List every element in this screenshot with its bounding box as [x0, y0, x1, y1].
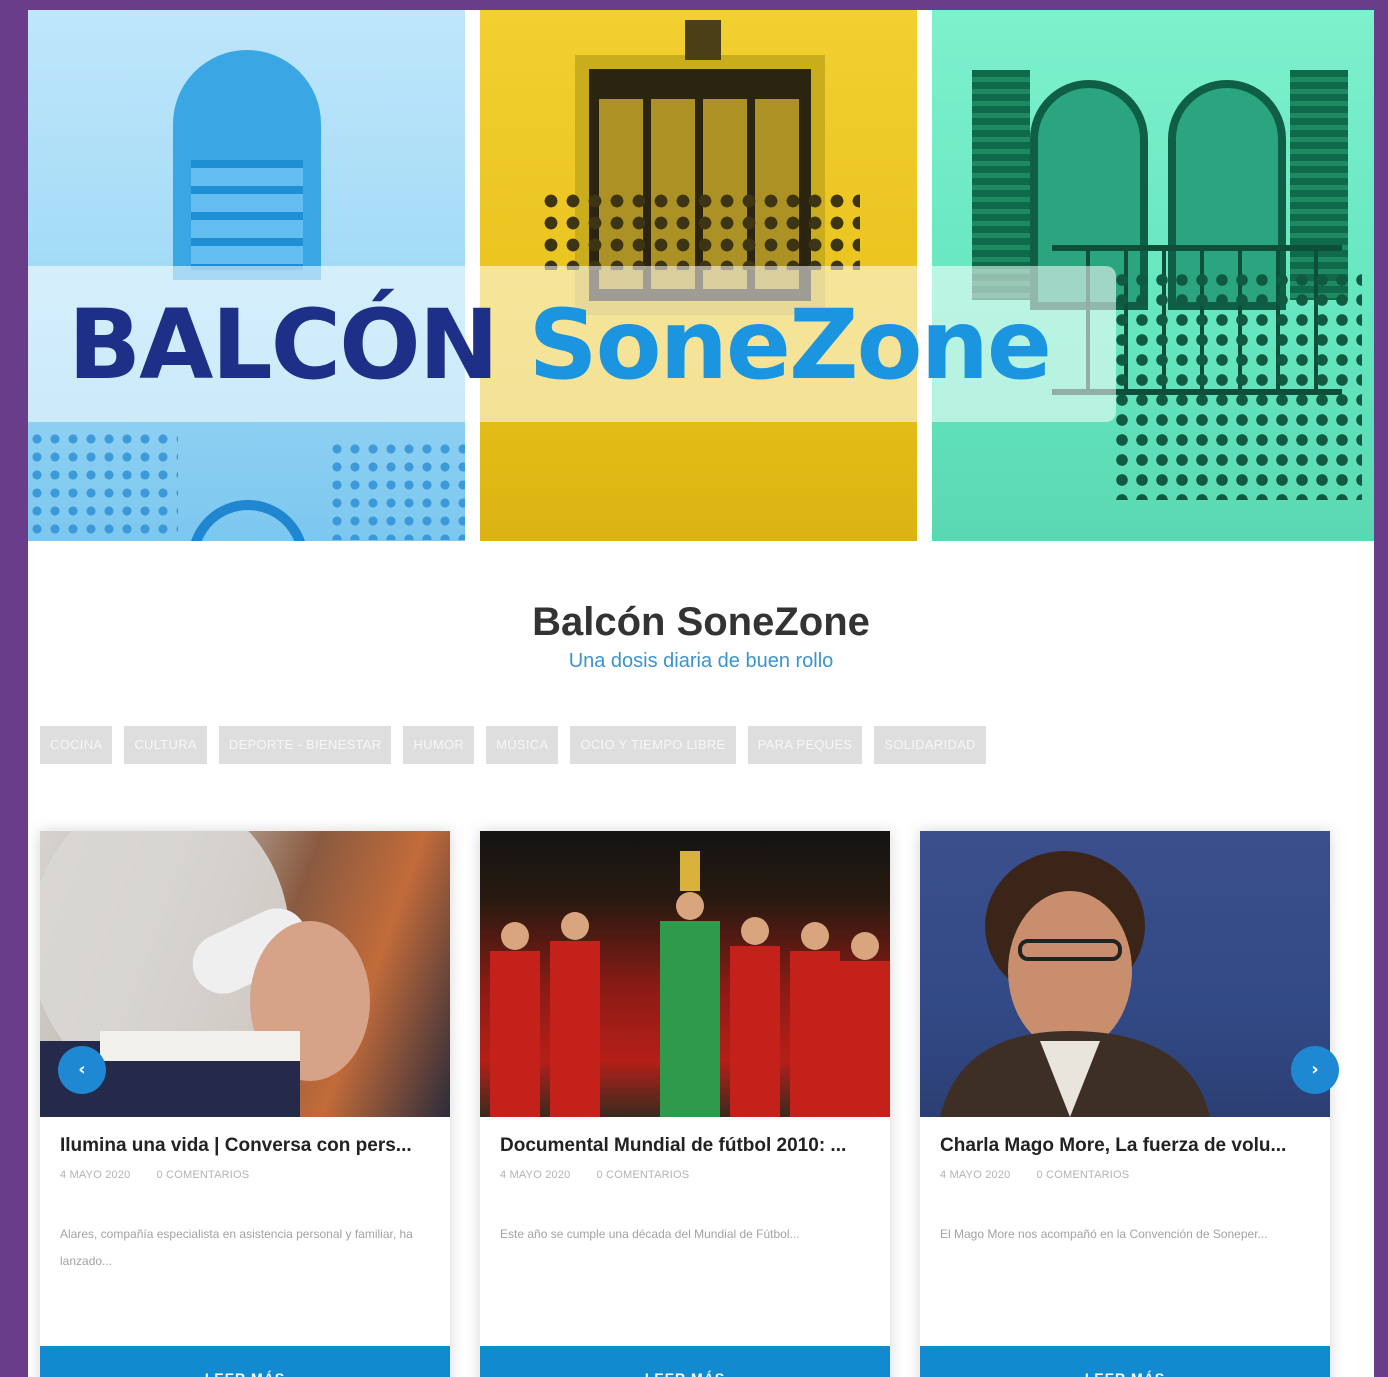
- post-date: 4 MAYO 2020: [60, 1169, 131, 1181]
- category-cocina[interactable]: COCINA: [40, 726, 113, 764]
- carousel-next-button[interactable]: ›: [1291, 1046, 1339, 1094]
- page: BALCÓN SoneZone Balcón SoneZone Una dosi…: [28, 10, 1374, 1377]
- category-solidaridad[interactable]: SOLIDARIDAD: [874, 726, 986, 764]
- read-more-button[interactable]: LEER MÁS: [480, 1346, 890, 1377]
- chevron-left-icon: ‹: [78, 1059, 86, 1080]
- site-logo[interactable]: BALCÓN SoneZone: [68, 289, 1052, 401]
- header-banner: BALCÓN SoneZone: [28, 10, 1374, 541]
- category-cultura[interactable]: CULTURA: [124, 726, 207, 764]
- post-title[interactable]: Ilumina una vida | Conversa con pers...: [60, 1135, 430, 1157]
- post-carousel: Ilumina una vida | Conversa con pers... …: [28, 790, 1374, 1377]
- post-comments-count[interactable]: 0 COMENTARIOS: [156, 1169, 249, 1181]
- site-tagline: Una dosis diaria de buen rollo: [568, 650, 834, 672]
- category-deporte-bienestar[interactable]: DEPORTE - BIENESTAR: [218, 726, 392, 764]
- post-card: Documental Mundial de fútbol 2010: ... 4…: [480, 831, 890, 1377]
- arched-window-shape: [173, 50, 321, 280]
- post-excerpt: Alares, compañía especialista en asisten…: [60, 1227, 413, 1268]
- category-musica[interactable]: MÚSICA: [486, 726, 559, 764]
- category-nav: COCINA CULTURA DEPORTE - BIENESTAR HUMOR…: [40, 726, 986, 764]
- logo-word-sonezone: SoneZone: [528, 289, 1052, 401]
- post-comments-count[interactable]: 0 COMENTARIOS: [596, 1169, 689, 1181]
- post-title[interactable]: Documental Mundial de fútbol 2010: ...: [500, 1135, 870, 1157]
- logo-word-balcon: BALCÓN: [68, 289, 499, 401]
- carousel-prev-button[interactable]: ‹: [58, 1046, 106, 1094]
- post-card: Ilumina una vida | Conversa con pers... …: [40, 831, 450, 1377]
- post-excerpt: Este año se cumple una década del Mundia…: [500, 1227, 800, 1241]
- read-more-button[interactable]: LEER MÁS: [920, 1346, 1330, 1377]
- post-comments-count[interactable]: 0 COMENTARIOS: [1036, 1169, 1129, 1181]
- chevron-right-icon: ›: [1311, 1059, 1319, 1080]
- site-title[interactable]: Balcón SoneZone: [28, 600, 1374, 645]
- read-more-button[interactable]: LEER MÁS: [40, 1346, 450, 1377]
- post-date: 4 MAYO 2020: [940, 1169, 1011, 1181]
- post-excerpt: El Mago More nos acompañó en la Convenci…: [940, 1227, 1268, 1241]
- post-date: 4 MAYO 2020: [500, 1169, 571, 1181]
- category-ocio-tiempo-libre[interactable]: OCIO Y TIEMPO LIBRE: [570, 726, 736, 764]
- category-para-peques[interactable]: PARA PEQUES: [747, 726, 863, 764]
- post-meta: 4 MAYO 2020 0 COMENTARIOS: [60, 1169, 430, 1181]
- post-card: Charla Mago More, La fuerza de volu... 4…: [920, 831, 1330, 1377]
- post-image-mago-more-portrait[interactable]: [920, 831, 1330, 1117]
- category-humor[interactable]: HUMOR: [403, 726, 475, 764]
- post-meta: 4 MAYO 2020 0 COMENTARIOS: [500, 1169, 870, 1181]
- post-title[interactable]: Charla Mago More, La fuerza de volu...: [940, 1135, 1310, 1157]
- post-image-world-cup-celebration[interactable]: [480, 831, 890, 1117]
- post-meta: 4 MAYO 2020 0 COMENTARIOS: [940, 1169, 1310, 1181]
